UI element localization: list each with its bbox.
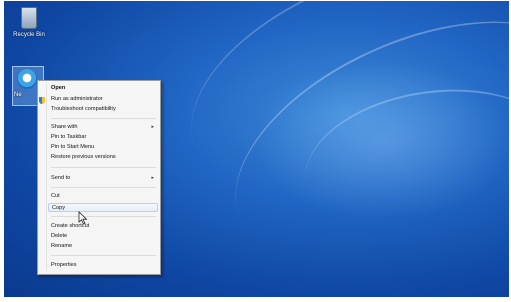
program-icon xyxy=(17,69,37,89)
menu-item-label: Pin to Taskbar xyxy=(51,134,87,140)
menu-separator xyxy=(51,187,156,188)
uac-shield-icon xyxy=(39,97,45,104)
menu-item-delete[interactable]: Delete xyxy=(51,232,157,241)
menu-icon-gutter xyxy=(46,84,47,271)
recycle-bin-icon xyxy=(21,7,37,29)
desktop: Recycle Bin Ne Open Run as administrator… xyxy=(4,1,509,297)
mouse-pointer-icon xyxy=(78,211,88,225)
menu-item-properties[interactable]: Properties xyxy=(51,261,157,270)
context-menu: Open Run as administrator Troubleshoot c… xyxy=(37,80,161,275)
menu-item-pin-to-start-menu[interactable]: Pin to Start Menu xyxy=(51,143,157,152)
menu-separator xyxy=(51,167,156,168)
menu-item-restore-previous-versions[interactable]: Restore previous versions xyxy=(51,153,157,162)
menu-item-label: Run as administrator xyxy=(51,96,103,102)
menu-separator xyxy=(51,118,156,119)
menu-item-label: Properties xyxy=(51,262,77,268)
recycle-bin-desktop-icon[interactable]: Recycle Bin xyxy=(9,7,49,38)
selected-icon-label: Ne xyxy=(14,92,22,98)
menu-item-send-to[interactable]: Send to ▸ xyxy=(51,174,157,183)
menu-item-label: Open xyxy=(51,85,66,91)
menu-item-pin-to-taskbar[interactable]: Pin to Taskbar xyxy=(51,133,157,142)
menu-item-label: Copy xyxy=(52,205,66,211)
menu-item-troubleshoot-compatibility[interactable]: Troubleshoot compatibility xyxy=(51,105,157,114)
menu-item-copy[interactable]: Copy xyxy=(48,203,158,212)
submenu-arrow-icon: ▸ xyxy=(151,124,154,130)
menu-item-run-as-administrator[interactable]: Run as administrator xyxy=(51,95,157,104)
menu-item-label: Restore previous versions xyxy=(51,154,116,160)
menu-separator xyxy=(51,216,156,217)
submenu-arrow-icon: ▸ xyxy=(151,175,154,181)
menu-item-label: Troubleshoot compatibility xyxy=(51,106,116,112)
menu-item-label: Share with xyxy=(51,124,78,130)
menu-item-label: Send to xyxy=(51,175,71,181)
menu-item-label: Rename xyxy=(51,243,73,249)
menu-item-label: Cut xyxy=(51,193,60,199)
menu-item-label: Delete xyxy=(51,233,68,239)
menu-separator xyxy=(51,255,156,256)
recycle-bin-label: Recycle Bin xyxy=(13,32,45,38)
menu-item-rename[interactable]: Rename xyxy=(51,242,157,251)
menu-item-share-with[interactable]: Share with ▸ xyxy=(51,123,157,132)
menu-item-open[interactable]: Open xyxy=(51,84,157,93)
menu-item-create-shortcut[interactable]: Create shortcut xyxy=(51,222,157,231)
menu-item-label: Pin to Start Menu xyxy=(51,144,95,150)
menu-item-cut[interactable]: Cut xyxy=(51,192,157,201)
